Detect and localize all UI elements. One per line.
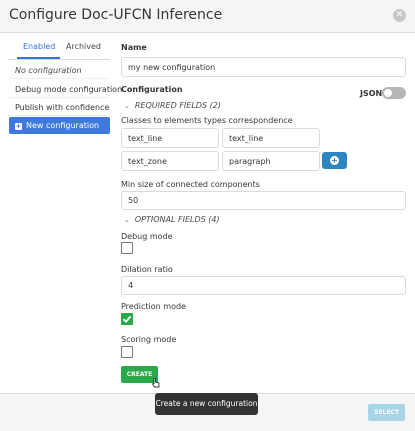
chevron-down-icon: ⌄ [124,102,130,110]
scoring-mode-label: Scoring mode [121,335,177,344]
active-tab-indicator [17,57,60,59]
sidebar-item-new-configuration[interactable]: + New configuration [9,117,110,134]
class-input-1[interactable]: text_line [121,128,219,148]
sidebar-item-debug-mode[interactable]: Debug mode configuration [9,81,122,98]
json-toggle[interactable] [382,87,406,99]
required-fields-toggle[interactable]: ⌄ REQUIRED FIELDS (2) [124,101,221,110]
required-fields-label: REQUIRED FIELDS (2) [134,101,221,110]
toggle-knob [384,89,392,97]
modal-title: Configure Doc-UFCN Inference [9,7,223,23]
sidebar-item-publish-confidence[interactable]: Publish with confidence [9,99,110,116]
optional-fields-toggle[interactable]: ⌄ OPTIONAL FIELDS (4) [124,215,220,224]
json-label: JSON [360,89,383,98]
add-class-button[interactable]: + [322,152,347,169]
type-input-2[interactable]: paragraph [222,151,320,171]
name-input[interactable]: my new configuration [121,57,406,77]
dilation-ratio-value: 4 [128,281,134,290]
name-label: Name [121,43,147,52]
configuration-label: Configuration [121,85,183,94]
type-value-2: paragraph [229,156,271,166]
dilation-ratio-label: Dilation ratio [121,265,173,274]
name-input-value: my new configuration [128,62,216,72]
no-configuration-text: No configuration [9,62,110,79]
prediction-mode-label: Prediction mode [121,302,186,311]
close-icon[interactable]: ✕ [393,9,406,22]
check-icon [122,315,132,323]
modal-header: Configure Doc-UFCN Inference ✕ [0,0,415,33]
min-size-input[interactable]: 50 [121,191,406,210]
tab-enabled[interactable]: Enabled [23,42,55,51]
create-tooltip: Create a new configuration [155,393,258,415]
min-size-label: Min size of connected components [121,180,260,189]
pointer-cursor-icon [152,378,160,388]
plus-icon: + [15,122,22,130]
type-value-1: text_line [229,133,264,143]
min-size-value: 50 [128,196,139,205]
dilation-ratio-input[interactable]: 4 [121,276,406,295]
class-value-2: text_zone [128,156,167,166]
debug-mode-label: Debug mode [121,232,173,241]
select-button[interactable]: SELECT [368,404,405,421]
plus-circle-icon: + [330,156,339,165]
class-value-1: text_line [128,133,163,143]
new-configuration-label: New configuration [26,121,100,130]
debug-mode-checkbox[interactable] [121,242,133,254]
scoring-mode-checkbox[interactable] [121,346,133,358]
class-input-2[interactable]: text_zone [121,151,219,171]
chevron-down-icon: ⌄ [124,216,130,224]
prediction-mode-checkbox[interactable] [121,313,133,325]
tab-archived[interactable]: Archived [66,42,101,51]
optional-fields-label: OPTIONAL FIELDS (4) [134,215,220,224]
type-input-1[interactable]: text_line [222,128,320,148]
classes-label: Classes to elements types correspondence [121,116,293,125]
config-tabs: Enabled Archived [9,38,110,60]
